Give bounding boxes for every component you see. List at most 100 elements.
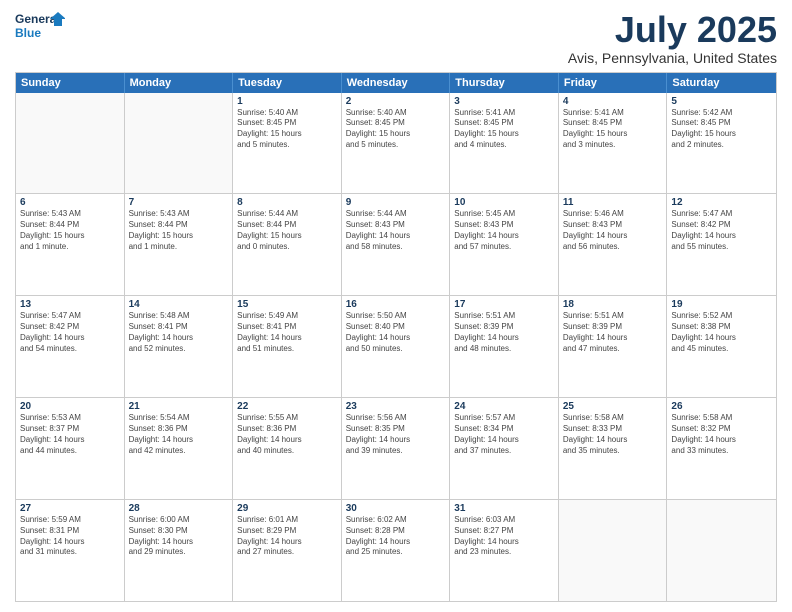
day-number: 9 (346, 197, 446, 208)
cell-info-line: and 23 minutes. (454, 547, 554, 558)
day-cell-15: 15Sunrise: 5:49 AMSunset: 8:41 PMDayligh… (233, 296, 342, 397)
empty-cell (559, 500, 668, 601)
cell-info-line: Sunrise: 5:59 AM (20, 515, 120, 526)
cell-info-line: Sunrise: 5:40 AM (237, 108, 337, 119)
cell-info-line: Sunset: 8:41 PM (237, 322, 337, 333)
cell-info-line: Daylight: 14 hours (346, 435, 446, 446)
logo: General Blue (15, 10, 65, 45)
title-block: July 2025 Avis, Pennsylvania, United Sta… (568, 10, 777, 66)
cell-info-line: Daylight: 14 hours (563, 435, 663, 446)
day-number: 13 (20, 299, 120, 310)
day-cell-9: 9Sunrise: 5:44 AMSunset: 8:43 PMDaylight… (342, 194, 451, 295)
cell-info-line: and 55 minutes. (671, 242, 772, 253)
day-cell-28: 28Sunrise: 6:00 AMSunset: 8:30 PMDayligh… (125, 500, 234, 601)
day-header-saturday: Saturday (667, 73, 776, 93)
cell-info-line: Sunrise: 5:44 AM (346, 209, 446, 220)
day-number: 4 (563, 96, 663, 107)
cell-info-line: Sunrise: 5:53 AM (20, 413, 120, 424)
day-number: 26 (671, 401, 772, 412)
day-cell-11: 11Sunrise: 5:46 AMSunset: 8:43 PMDayligh… (559, 194, 668, 295)
day-number: 16 (346, 299, 446, 310)
cell-info-line: Sunrise: 5:44 AM (237, 209, 337, 220)
cell-info-line: and 35 minutes. (563, 446, 663, 457)
day-number: 24 (454, 401, 554, 412)
cell-info-line: Daylight: 14 hours (20, 435, 120, 446)
cell-info-line: Sunset: 8:30 PM (129, 526, 229, 537)
subtitle: Avis, Pennsylvania, United States (568, 50, 777, 66)
cell-info-line: Sunrise: 5:47 AM (20, 311, 120, 322)
cell-info-line: Sunrise: 5:47 AM (671, 209, 772, 220)
cell-info-line: Sunset: 8:45 PM (454, 118, 554, 129)
cell-info-line: Daylight: 14 hours (563, 231, 663, 242)
cell-info-line: and 44 minutes. (20, 446, 120, 457)
cell-info-line: Daylight: 15 hours (237, 129, 337, 140)
day-number: 14 (129, 299, 229, 310)
cell-info-line: and 31 minutes. (20, 547, 120, 558)
cell-info-line: Daylight: 14 hours (454, 537, 554, 548)
cell-info-line: Sunset: 8:45 PM (346, 118, 446, 129)
cell-info-line: Daylight: 14 hours (20, 537, 120, 548)
day-cell-10: 10Sunrise: 5:45 AMSunset: 8:43 PMDayligh… (450, 194, 559, 295)
day-cell-25: 25Sunrise: 5:58 AMSunset: 8:33 PMDayligh… (559, 398, 668, 499)
cell-info-line: Sunset: 8:35 PM (346, 424, 446, 435)
day-number: 12 (671, 197, 772, 208)
cell-info-line: Sunset: 8:43 PM (346, 220, 446, 231)
cell-info-line: Sunset: 8:41 PM (129, 322, 229, 333)
cell-info-line: and 39 minutes. (346, 446, 446, 457)
cell-info-line: Daylight: 14 hours (237, 333, 337, 344)
calendar-header: SundayMondayTuesdayWednesdayThursdayFrid… (16, 73, 776, 93)
cell-info-line: Daylight: 15 hours (454, 129, 554, 140)
empty-cell (16, 93, 125, 194)
cell-info-line: Daylight: 14 hours (20, 333, 120, 344)
cell-info-line: Daylight: 14 hours (671, 231, 772, 242)
logo-svg: General Blue (15, 10, 65, 45)
day-cell-19: 19Sunrise: 5:52 AMSunset: 8:38 PMDayligh… (667, 296, 776, 397)
cell-info-line: and 52 minutes. (129, 344, 229, 355)
day-cell-18: 18Sunrise: 5:51 AMSunset: 8:39 PMDayligh… (559, 296, 668, 397)
day-number: 15 (237, 299, 337, 310)
day-number: 8 (237, 197, 337, 208)
cell-info-line: and 29 minutes. (129, 547, 229, 558)
cell-info-line: Sunrise: 6:02 AM (346, 515, 446, 526)
cell-info-line: Daylight: 14 hours (563, 333, 663, 344)
cell-info-line: Sunset: 8:33 PM (563, 424, 663, 435)
cell-info-line: and 47 minutes. (563, 344, 663, 355)
cell-info-line: and 25 minutes. (346, 547, 446, 558)
cell-info-line: Sunrise: 5:51 AM (454, 311, 554, 322)
week-row-4: 20Sunrise: 5:53 AMSunset: 8:37 PMDayligh… (16, 397, 776, 499)
day-cell-2: 2Sunrise: 5:40 AMSunset: 8:45 PMDaylight… (342, 93, 451, 194)
day-number: 23 (346, 401, 446, 412)
day-number: 21 (129, 401, 229, 412)
cell-info-line: Daylight: 15 hours (563, 129, 663, 140)
cell-info-line: Sunset: 8:45 PM (671, 118, 772, 129)
day-cell-4: 4Sunrise: 5:41 AMSunset: 8:45 PMDaylight… (559, 93, 668, 194)
day-number: 29 (237, 503, 337, 514)
day-number: 31 (454, 503, 554, 514)
day-cell-21: 21Sunrise: 5:54 AMSunset: 8:36 PMDayligh… (125, 398, 234, 499)
week-row-3: 13Sunrise: 5:47 AMSunset: 8:42 PMDayligh… (16, 295, 776, 397)
cell-info-line: Daylight: 14 hours (129, 333, 229, 344)
empty-cell (667, 500, 776, 601)
cell-info-line: Daylight: 15 hours (129, 231, 229, 242)
cell-info-line: Sunrise: 5:52 AM (671, 311, 772, 322)
cell-info-line: Sunset: 8:45 PM (237, 118, 337, 129)
day-number: 10 (454, 197, 554, 208)
cell-info-line: Sunrise: 5:49 AM (237, 311, 337, 322)
cell-info-line: Sunrise: 5:58 AM (671, 413, 772, 424)
cell-info-line: Daylight: 14 hours (237, 537, 337, 548)
day-number: 6 (20, 197, 120, 208)
cell-info-line: Sunset: 8:42 PM (20, 322, 120, 333)
cell-info-line: Sunset: 8:38 PM (671, 322, 772, 333)
cell-info-line: Sunrise: 6:01 AM (237, 515, 337, 526)
cell-info-line: Sunrise: 5:58 AM (563, 413, 663, 424)
cell-info-line: and 51 minutes. (237, 344, 337, 355)
cell-info-line: Sunset: 8:44 PM (129, 220, 229, 231)
day-cell-17: 17Sunrise: 5:51 AMSunset: 8:39 PMDayligh… (450, 296, 559, 397)
cell-info-line: and 45 minutes. (671, 344, 772, 355)
cell-info-line: Sunrise: 5:57 AM (454, 413, 554, 424)
calendar: SundayMondayTuesdayWednesdayThursdayFrid… (15, 72, 777, 602)
cell-info-line: and 3 minutes. (563, 140, 663, 151)
day-cell-5: 5Sunrise: 5:42 AMSunset: 8:45 PMDaylight… (667, 93, 776, 194)
cell-info-line: Sunset: 8:36 PM (129, 424, 229, 435)
day-number: 1 (237, 96, 337, 107)
